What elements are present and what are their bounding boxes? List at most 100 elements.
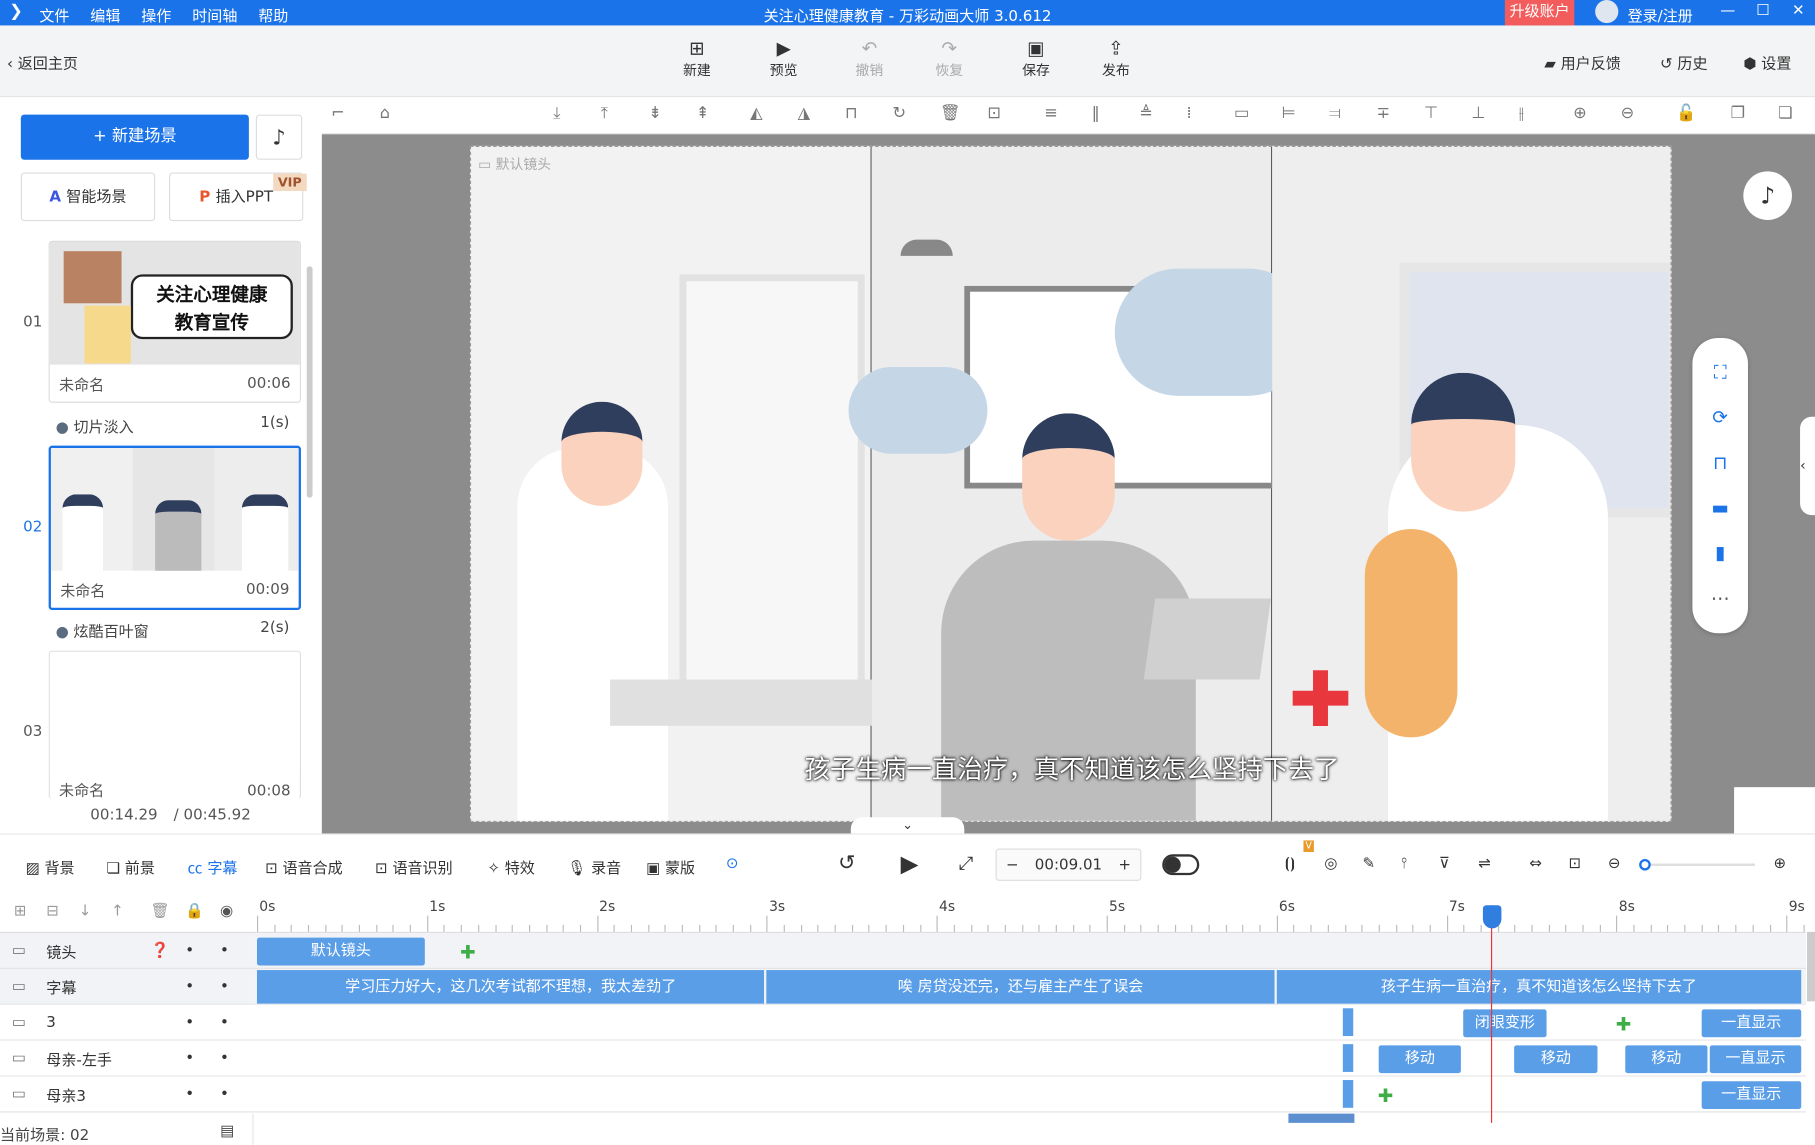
back-home-link[interactable]: ‹ 返回主页 bbox=[7, 51, 78, 73]
time-decrement[interactable]: − bbox=[1006, 856, 1019, 873]
save-button[interactable]: ▣ 保存 bbox=[1011, 37, 1062, 80]
camera-frame-icon[interactable]: ⦗⦘ bbox=[1285, 855, 1295, 872]
timeline-scrollbar[interactable] bbox=[1807, 931, 1815, 1002]
toggle-switch[interactable] bbox=[1162, 854, 1200, 876]
time-input[interactable]: −00:09.01 + bbox=[995, 848, 1142, 881]
dot-icon[interactable]: • bbox=[185, 978, 194, 995]
dot-icon[interactable]: • bbox=[185, 1013, 194, 1030]
dot-icon[interactable]: • bbox=[220, 1085, 229, 1102]
unlock-icon[interactable]: 🔓 bbox=[1676, 104, 1696, 123]
smart-scene-button[interactable]: A 智能场景 bbox=[20, 172, 156, 222]
track-row[interactable]: 移动 移动 移动 一直显示 bbox=[252, 1040, 1806, 1077]
feedback-button[interactable]: ▰ 用户反馈 bbox=[1544, 51, 1621, 73]
align-top-icon[interactable]: ⊤ bbox=[1424, 104, 1438, 123]
scene-start-marker[interactable] bbox=[1342, 1008, 1354, 1037]
subtitle-block[interactable]: 孩子生病一直治疗，真不知道该怎么坚持下去了 bbox=[1276, 970, 1802, 1004]
dot-icon[interactable]: • bbox=[185, 1085, 194, 1102]
fullscreen-icon[interactable]: ⤢ bbox=[958, 852, 973, 875]
login-link[interactable]: 登录/注册 bbox=[1628, 3, 1693, 25]
help-icon[interactable]: ❓ bbox=[150, 942, 185, 959]
track-row[interactable]: 学习压力好大，这几次考试都不理想，我太差劲了唉 房贷没还完，还与雇主产生了误会孩… bbox=[252, 968, 1806, 1005]
group-icon[interactable]: ⊡ bbox=[987, 104, 1001, 123]
filter-icon[interactable]: ⊽ bbox=[1439, 855, 1450, 872]
flip-horizontal-icon[interactable]: ◭ bbox=[750, 104, 762, 123]
layer-down-icon[interactable]: ⇟ bbox=[648, 104, 662, 123]
edit-icon[interactable]: ✎ bbox=[1362, 855, 1375, 872]
avatar[interactable] bbox=[1595, 0, 1619, 24]
rewind-icon[interactable]: ↺ bbox=[838, 851, 855, 875]
playhead-handle[interactable] bbox=[1482, 905, 1502, 929]
layer-up-icon[interactable]: ⇞ bbox=[696, 104, 710, 123]
paste-icon[interactable]: ❏ bbox=[1778, 104, 1793, 123]
align-hcenter-icon[interactable]: ∓ bbox=[1376, 104, 1390, 123]
more-tools-icon[interactable]: ⊙ bbox=[726, 855, 739, 872]
align-right-icon[interactable]: ⫤ bbox=[1329, 104, 1341, 123]
maximize-button[interactable]: ☐ bbox=[1756, 2, 1769, 19]
time-value[interactable]: 00:09.01 bbox=[1035, 856, 1102, 873]
align-center-icon[interactable]: ≡ bbox=[1044, 104, 1058, 123]
align-middle-icon[interactable]: ‖ bbox=[1092, 104, 1100, 123]
eye-icon[interactable]: ◉ bbox=[220, 903, 233, 920]
move-folder-icon[interactable]: ⊟ bbox=[46, 903, 59, 920]
distribute-h-icon[interactable]: ⁞ bbox=[1187, 104, 1192, 123]
landscape-icon[interactable]: ▬ bbox=[1692, 485, 1748, 530]
animation-block[interactable]: 闭眼变形 bbox=[1463, 1009, 1547, 1038]
undo-button[interactable]: ↶ 撤销 bbox=[844, 37, 895, 80]
align-vcenter-icon[interactable]: ⫲ bbox=[1519, 104, 1524, 123]
rotate-screen-icon[interactable]: ⟳ bbox=[1692, 395, 1748, 440]
track-header[interactable]: ▭ 3 • • bbox=[0, 1004, 253, 1041]
time-increment[interactable]: + bbox=[1118, 856, 1131, 873]
scene-thumbnail-02[interactable]: 未命名 00:09 bbox=[48, 445, 301, 611]
partial-block[interactable] bbox=[1288, 1113, 1355, 1123]
animation-block[interactable]: 默认镜头 bbox=[256, 937, 425, 966]
fit-screen-icon[interactable]: ⛶ bbox=[1692, 350, 1748, 395]
move-up-icon[interactable]: ↑ bbox=[111, 903, 124, 920]
flip-vertical-icon[interactable]: ◮ bbox=[798, 104, 810, 123]
tts-button[interactable]: ⊡ 语音合成 bbox=[265, 855, 343, 877]
time-ruler[interactable]: 0s 1s 2s 3s 4s 5s 6s 7s 8s 9s bbox=[252, 893, 1806, 934]
close-button[interactable]: ✕ bbox=[1792, 2, 1805, 19]
speech-recognition-button[interactable]: ⊡ 语音识别 bbox=[375, 855, 453, 877]
track-row[interactable]: 一直显示 ✚ bbox=[252, 1076, 1806, 1113]
lock-icon[interactable]: ⊓ bbox=[845, 104, 858, 123]
upgrade-button[interactable]: 升级账户 bbox=[1504, 0, 1575, 26]
minimize-button[interactable]: — bbox=[1720, 2, 1735, 19]
zoom-in-icon[interactable]: ⊕ bbox=[1573, 104, 1587, 123]
canvas[interactable]: ✚ ▭ 默认镜头 孩子生病一直治疗，真不知道该怎么坚持下去了 bbox=[469, 145, 1672, 822]
music-icon[interactable]: ♪ bbox=[1743, 171, 1792, 220]
dot-icon[interactable]: • bbox=[220, 1049, 229, 1066]
animation-block[interactable]: 一直显示 bbox=[1701, 1081, 1802, 1109]
format-painter-icon[interactable]: ⌐ bbox=[331, 104, 345, 123]
minimap-icon[interactable] bbox=[1734, 787, 1815, 834]
zoom-out-icon[interactable]: ⊖ bbox=[1621, 104, 1635, 123]
path-icon[interactable]: ⇌ bbox=[1478, 855, 1491, 872]
unlock-icon[interactable]: ⊓ bbox=[1692, 440, 1748, 485]
foreground-button[interactable]: ❏ 前景 bbox=[106, 855, 154, 877]
track-header[interactable]: ▭ 母亲-左手 • • bbox=[0, 1040, 253, 1077]
scene-list-scrollbar[interactable] bbox=[306, 266, 313, 498]
snapshot-icon[interactable]: ◎ bbox=[1324, 855, 1337, 872]
fit-width-icon[interactable]: ⇔ bbox=[1529, 855, 1542, 872]
transition-item[interactable]: ● 切片淡入 1(s) bbox=[56, 414, 290, 436]
publish-button[interactable]: ⇪ 发布 bbox=[1090, 37, 1141, 80]
add-keyframe-icon[interactable]: ✚ bbox=[1378, 1085, 1394, 1107]
canvas-subtitle[interactable]: 孩子生病一直治疗，真不知道该怎么坚持下去了 bbox=[471, 749, 1670, 786]
dot-icon[interactable]: • bbox=[185, 942, 194, 959]
zoom-in-icon[interactable]: ⊕ bbox=[1773, 855, 1786, 872]
notes-icon[interactable]: ▤ bbox=[220, 1123, 234, 1140]
distribute-v-icon[interactable]: ≜ bbox=[1139, 104, 1153, 123]
scene-start-marker[interactable] bbox=[1342, 1080, 1354, 1108]
subtitle-button[interactable]: ㏄ 字幕 bbox=[188, 855, 238, 877]
transition-item[interactable]: ● 炫酷百叶窗 2(s) bbox=[56, 619, 290, 641]
effects-button[interactable]: ✧ 特效 bbox=[487, 855, 535, 877]
music-icon[interactable]: ♪ bbox=[255, 114, 303, 160]
align-bottom-icon[interactable]: ⊥ bbox=[1471, 104, 1485, 123]
add-folder-icon[interactable]: ⊞ bbox=[14, 903, 27, 920]
move-down-icon[interactable]: ↓ bbox=[79, 903, 92, 920]
animation-block[interactable]: 移动 bbox=[1514, 1045, 1598, 1074]
delete-icon[interactable]: 🗑 bbox=[940, 104, 961, 123]
scene-thumbnail-03[interactable]: 未命名 00:08 bbox=[48, 650, 301, 799]
track-header[interactable]: ▭ 镜头 ❓ • • bbox=[0, 933, 253, 969]
new-button[interactable]: ⊞ 新建 bbox=[671, 37, 722, 80]
play-icon[interactable]: ▶ bbox=[901, 850, 919, 878]
